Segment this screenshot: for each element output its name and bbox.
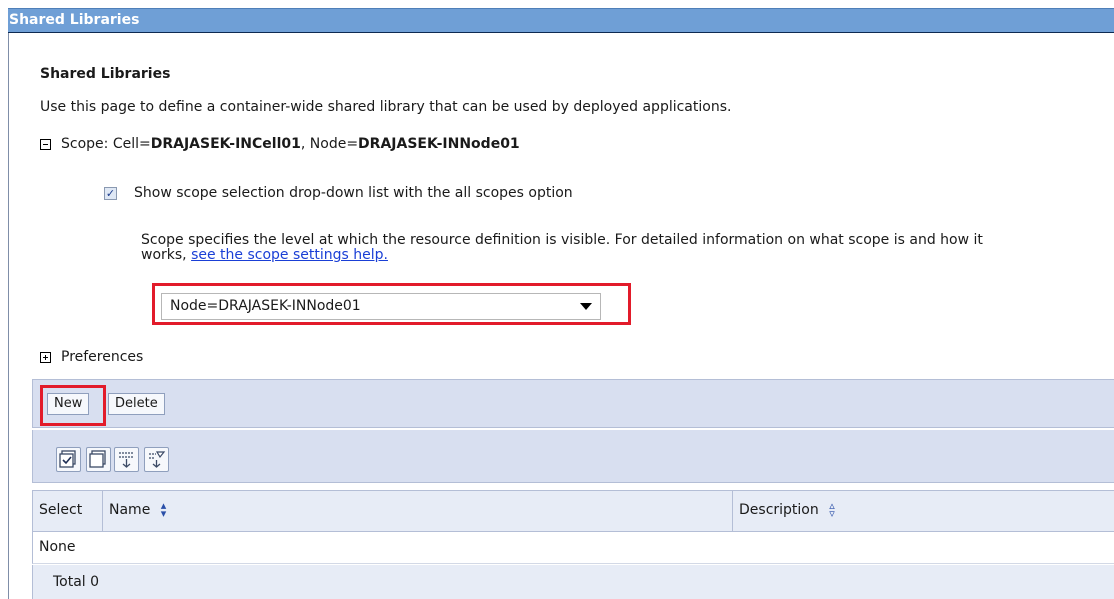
- show-scope-checkbox[interactable]: ✓: [104, 186, 117, 200]
- new-button-highlight: [40, 385, 106, 426]
- scope-section: Scope: Cell= DRAJASEK-INCell01, Node= DRAJ…: [40, 136, 520, 152]
- column-header-description[interactable]: Description ▵ ▿: [732, 490, 1114, 532]
- description-column-label: Description: [739, 502, 819, 518]
- deselect-all-icon[interactable]: [86, 447, 111, 472]
- name-column-label: Name: [109, 502, 151, 518]
- show-scope-label: Show scope selection drop-down list with…: [134, 185, 573, 201]
- table-empty-row: None: [32, 532, 1114, 564]
- dropdown-arrow-icon: [580, 303, 592, 310]
- table-total: Total 0: [32, 565, 1114, 599]
- show-filter-icon[interactable]: [114, 447, 139, 472]
- select-all-icon[interactable]: [56, 447, 81, 472]
- scope-help-text: Scope specifies the level at which the r…: [141, 233, 1021, 263]
- scope-select[interactable]: Node=DRAJASEK-INNode01: [161, 293, 601, 320]
- action-toolbar: [32, 379, 1114, 428]
- scope-node: DRAJASEK-INNode01: [358, 136, 520, 152]
- clear-filter-icon[interactable]: [144, 447, 169, 472]
- preferences-section[interactable]: Preferences: [40, 349, 143, 365]
- preferences-label: Preferences: [61, 349, 144, 365]
- window-title: Shared Libraries: [9, 12, 140, 28]
- scope-select-value: Node=DRAJASEK-INNode01: [170, 298, 361, 314]
- scope-node-prefix: , Node=: [300, 136, 359, 152]
- page-heading: Shared Libraries: [40, 66, 171, 82]
- scope-settings-help-link[interactable]: see the scope settings help.: [191, 247, 388, 263]
- collapse-icon[interactable]: [40, 138, 51, 150]
- page-description: Use this page to define a container-wide…: [40, 99, 732, 115]
- select-column-label: Select: [39, 502, 83, 518]
- scope-prefix: Scope: Cell=: [61, 136, 151, 152]
- expand-icon[interactable]: [40, 351, 51, 363]
- scope-cell: DRAJASEK-INCell01: [150, 136, 301, 152]
- sort-icon[interactable]: ▵ ▿: [829, 500, 835, 519]
- window-title-bar: Shared Libraries: [8, 8, 1114, 33]
- show-scope-option: ✓ Show scope selection drop-down list wi…: [104, 185, 573, 201]
- column-header-name[interactable]: Name ▴ ▾: [102, 490, 732, 532]
- delete-button[interactable]: Delete: [108, 393, 165, 415]
- icon-toolbar: [32, 430, 1114, 483]
- column-header-select: Select: [33, 490, 101, 532]
- sort-icon[interactable]: ▴ ▾: [161, 500, 167, 519]
